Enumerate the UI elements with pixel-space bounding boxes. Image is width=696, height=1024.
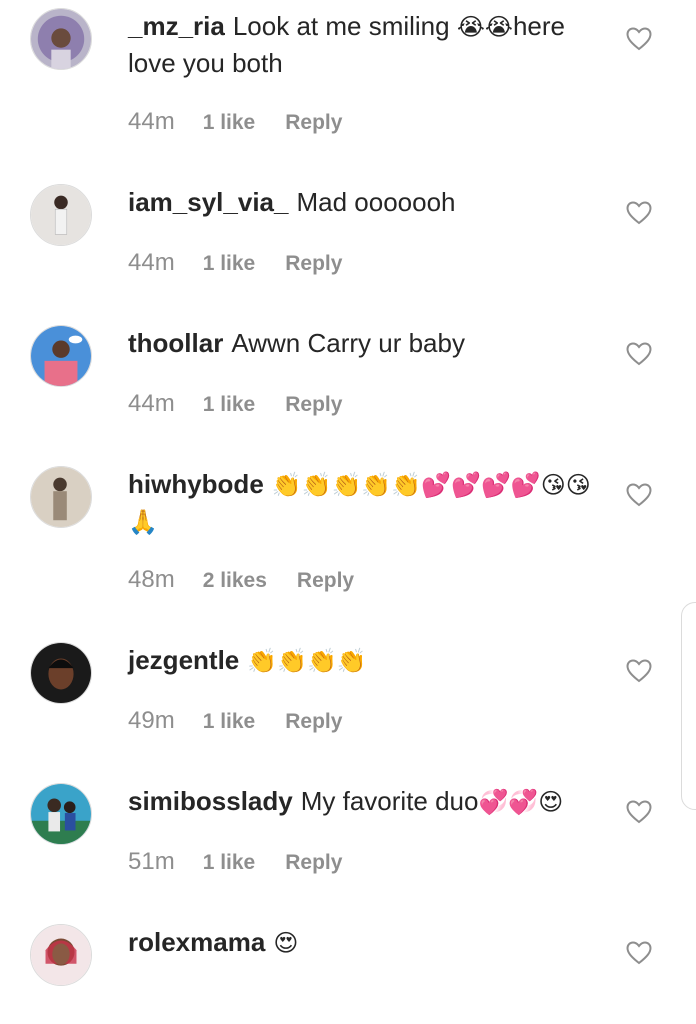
comment-emoji: 💞💞😍 [478, 788, 564, 816]
comment-emoji: 😭😭 [456, 13, 513, 41]
reply-button[interactable]: Reply [297, 569, 354, 592]
comment-meta: 44m 1 like Reply [128, 249, 342, 277]
comment-text-block: _mz_ria Look at me smiling 😭😭here love yo… [128, 8, 598, 81]
reply-button[interactable]: Reply [285, 252, 342, 275]
comment-username[interactable]: thoollar [128, 328, 223, 358]
heart-outline-icon[interactable] [626, 342, 652, 366]
comment-text-block: jezgentle 👏👏👏👏 [128, 642, 598, 679]
comment-time: 44m [128, 108, 175, 135]
comment-emoji: 😍 [273, 929, 299, 957]
reply-button[interactable]: Reply [285, 393, 342, 416]
comment-likes[interactable]: 1 like [203, 851, 256, 874]
comment-text-block: simibosslady My favorite duo💞💞😍 [128, 783, 598, 820]
comment-meta: 44m 1 like Reply [128, 390, 342, 418]
comment-likes[interactable]: 1 like [203, 393, 256, 416]
comment-text-block: thoollar Awwn Carry ur baby [128, 325, 598, 361]
comment-username[interactable]: _mz_ria [128, 11, 225, 41]
avatar[interactable] [30, 184, 92, 246]
heart-outline-icon[interactable] [626, 27, 652, 51]
avatar[interactable] [30, 325, 92, 387]
comment-likes[interactable]: 1 like [203, 710, 256, 733]
heart-outline-icon[interactable] [626, 941, 652, 965]
avatar[interactable] [30, 642, 92, 704]
comment-text-block: rolexmama 😍 [128, 924, 598, 961]
avatar[interactable] [30, 783, 92, 845]
comment-likes[interactable]: 1 like [203, 111, 256, 134]
comment-meta: 48m 2 likes Reply [128, 566, 354, 594]
comment-username[interactable]: iam_syl_via_ [128, 187, 288, 217]
reply-button[interactable]: Reply [285, 851, 342, 874]
heart-outline-icon[interactable] [626, 800, 652, 824]
comment-text: Look at me smiling [232, 11, 450, 41]
comment-meta: 44m 1 like Reply [128, 108, 342, 136]
comment-text: Mad ooooooh [296, 187, 456, 217]
comment-username[interactable]: jezgentle [128, 645, 239, 675]
heart-outline-icon[interactable] [626, 201, 652, 225]
comment-time: 44m [128, 249, 175, 276]
comment-time: 44m [128, 390, 175, 417]
heart-outline-icon[interactable] [626, 659, 652, 683]
avatar[interactable] [30, 924, 92, 986]
comment-time: 48m [128, 566, 175, 593]
heart-outline-icon[interactable] [626, 483, 652, 507]
comment-text-block: hiwhybode 👏👏👏👏👏💕💕💕💕😘😘🙏 [128, 466, 598, 540]
avatar[interactable] [30, 8, 92, 70]
comment-text-block: iam_syl_via_ Mad ooooooh [128, 184, 598, 220]
comment-username[interactable]: rolexmama [128, 927, 265, 957]
reply-button[interactable]: Reply [285, 111, 342, 134]
comment-text: Awwn Carry ur baby [231, 328, 465, 358]
avatar[interactable] [30, 466, 92, 528]
comment-emoji: 👏👏👏👏 [247, 647, 367, 675]
comment-time: 49m [128, 707, 175, 734]
comment-meta: 51m 1 like Reply [128, 848, 342, 876]
comment-time: 51m [128, 848, 175, 875]
comment-likes[interactable]: 2 likes [203, 569, 267, 592]
comment-likes[interactable]: 1 like [203, 252, 256, 275]
comment-username[interactable]: simibosslady [128, 786, 293, 816]
side-panel-edge [681, 602, 696, 810]
reply-button[interactable]: Reply [285, 710, 342, 733]
comment-username[interactable]: hiwhybode [128, 469, 264, 499]
comment-meta: 49m 1 like Reply [128, 707, 342, 735]
comment-text: My favorite duo [300, 786, 479, 816]
